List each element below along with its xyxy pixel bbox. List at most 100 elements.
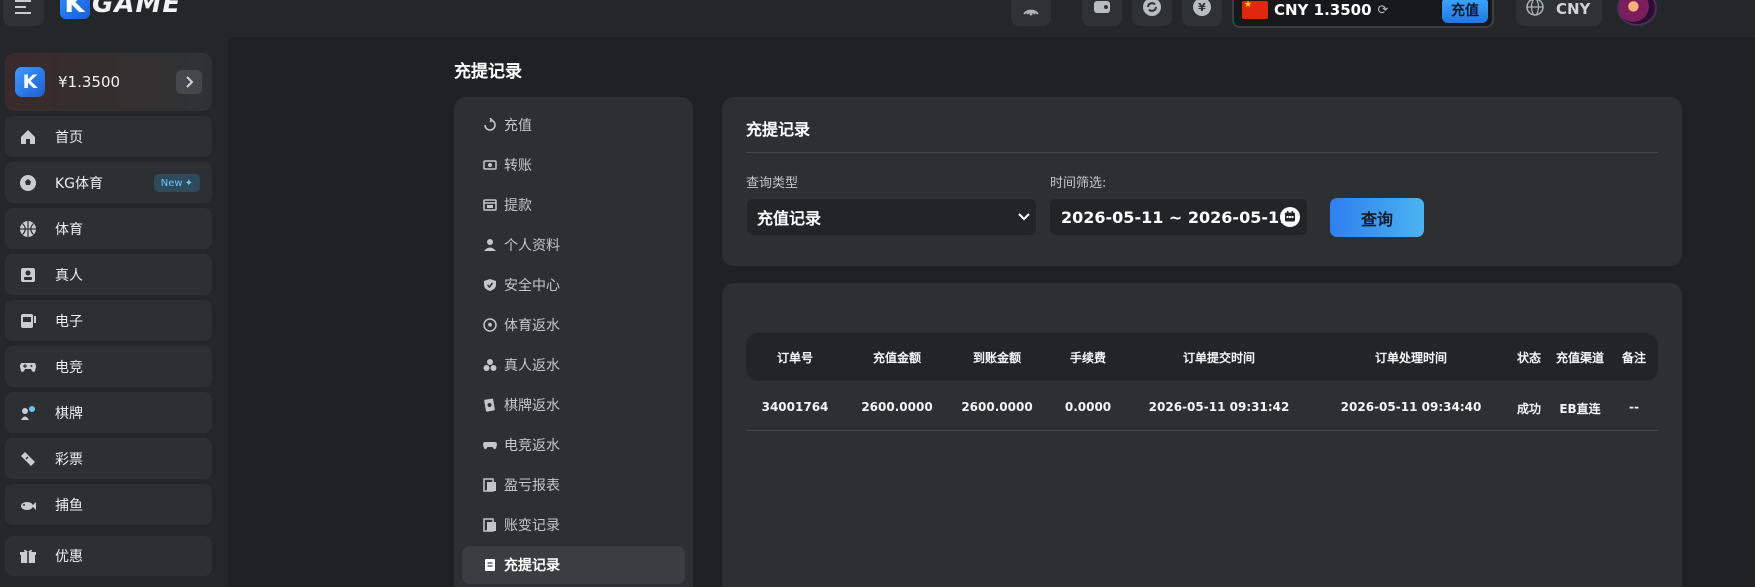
subnav-item-chess-rebate[interactable]: 棋牌返水 <box>462 386 685 424</box>
balance-box: CNY 1.3500 ⟳ 充值 <box>1232 0 1494 28</box>
language-currency-button[interactable]: CNY <box>1516 0 1602 26</box>
column-header-received-amount: 到账金额 <box>972 351 1022 365</box>
sidebar-item-label: 棋牌 <box>55 405 83 422</box>
column-header-deposit-amount: 充值金额 <box>872 351 922 365</box>
table-header: 订单号 充值金额 到账金额 手续费 订单提交时间 订单处理时间 状态 充值渠道 … <box>746 333 1658 381</box>
shield-icon <box>482 277 498 293</box>
query-type-label: 查询类型 <box>746 176 799 191</box>
sidebar-item-label: 彩票 <box>55 451 83 468</box>
sidebar-item-label: 体育 <box>55 221 83 238</box>
globe-icon <box>1526 0 1544 20</box>
subnav-item-withdraw[interactable]: 提款 <box>462 186 685 224</box>
chess-piece-icon <box>482 397 498 413</box>
topup-button[interactable]: 充值 <box>1442 0 1488 23</box>
signal-button[interactable] <box>1011 0 1051 26</box>
top-bar: K GAME ¥ CNY 1.3500 ⟳ 充值 CNY <box>0 0 1755 37</box>
subnav-item-label: 安全中心 <box>504 278 560 294</box>
currency-label: CNY <box>1556 0 1591 18</box>
chess-icon <box>17 402 39 424</box>
yuan-button[interactable]: ¥ <box>1182 0 1222 26</box>
user-icon <box>482 237 498 253</box>
subnav-item-deposit[interactable]: 充值 <box>462 106 685 144</box>
subnav-item-label: 充提记录 <box>504 558 560 574</box>
sidebar-item-chess[interactable]: 棋牌 <box>5 392 212 433</box>
filter-title: 充提记录 <box>746 120 811 139</box>
sidebar-item-sports[interactable]: 体育 <box>5 208 212 249</box>
table-row: 34001764 2600.0000 2600.0000 0.0000 2026… <box>746 381 1658 431</box>
sidebar-item-label: KG体育 <box>55 175 104 192</box>
sidebar-item-slots[interactable]: 电子 <box>5 300 212 341</box>
subnav-item-label: 账变记录 <box>504 518 560 534</box>
divider <box>746 152 1658 153</box>
balance-refresh-icon[interactable]: ⟳ <box>1378 3 1389 18</box>
column-header-channel: 充值渠道 <box>1555 351 1605 365</box>
query-type-select[interactable]: 充值记录 <box>746 198 1037 236</box>
sidebar-item-fishing[interactable]: 捕鱼 <box>5 484 212 525</box>
cell-submit-time: 2026-05-11 09:31:42 <box>1148 400 1290 414</box>
sidebar-item-label: 电竞 <box>55 359 83 376</box>
subnav-item-label: 棋牌返水 <box>504 398 560 414</box>
subnav-item-label: 电竞返水 <box>504 438 560 454</box>
date-range-picker[interactable]: 2026-05-11 ~ 2026-05-11 <box>1049 198 1308 236</box>
query-type-value: 充值记录 <box>757 209 822 228</box>
gamepad-icon <box>482 437 498 453</box>
time-filter-label: 时间筛选: <box>1050 176 1107 191</box>
cell-channel: EB直连 <box>1559 402 1601 416</box>
report-icon <box>482 477 498 493</box>
subnav-item-deposit-withdraw-records[interactable]: 充提记录 <box>462 546 685 584</box>
logo-text: GAME <box>92 0 182 19</box>
record-icon <box>482 557 498 573</box>
svg-text:¥: ¥ <box>1198 1 1206 14</box>
sidebar-item-label: 电子 <box>55 313 83 330</box>
subnav-item-live-rebate[interactable]: 真人返水 <box>462 346 685 384</box>
page-title: 充提记录 <box>454 62 522 82</box>
sidebar-item-live[interactable]: 真人 <box>5 254 212 295</box>
sidebar-item-home[interactable]: 首页 <box>5 116 212 157</box>
new-badge: New ✦ <box>153 174 200 192</box>
sidebar: K ¥1.3500 首页 KG体育 New ✦ 体育 真人 电子 电竞 棋牌 彩票 <box>0 37 228 587</box>
sidebar-wallet[interactable]: K ¥1.3500 <box>5 53 212 111</box>
subnav-item-transfer[interactable]: 转账 <box>462 146 685 184</box>
cell-received-amount: 2600.0000 <box>961 400 1033 414</box>
cell-status: 成功 <box>1516 402 1542 416</box>
column-header-status: 状态 <box>1516 351 1542 365</box>
slot-machine-icon <box>17 310 39 332</box>
logo[interactable]: K GAME <box>60 0 181 20</box>
withdraw-icon <box>482 197 498 213</box>
transfer-icon <box>482 157 498 173</box>
chevron-right-icon[interactable] <box>176 70 202 94</box>
subnav-item-ledger[interactable]: 账变记录 <box>462 506 685 544</box>
logo-mark: K <box>60 0 90 19</box>
sidebar-item-promotions[interactable]: 优惠 <box>5 536 212 576</box>
subnav-item-security[interactable]: 安全中心 <box>462 266 685 304</box>
subnav-item-esports-rebate[interactable]: 电竞返水 <box>462 426 685 464</box>
avatar[interactable] <box>1617 0 1657 26</box>
basketball-icon <box>17 218 39 240</box>
yuan-icon: ¥ <box>1192 0 1212 21</box>
cell-deposit-amount: 2600.0000 <box>861 400 933 414</box>
subnav-item-sports-rebate[interactable]: 体育返水 <box>462 306 685 344</box>
subnav-item-label: 个人资料 <box>504 238 560 254</box>
sidebar-item-lottery[interactable]: 彩票 <box>5 438 212 479</box>
cell-order-id: 34001764 <box>761 400 829 414</box>
calendar-icon[interactable] <box>1280 207 1300 227</box>
cell-remark: -- <box>1629 400 1639 414</box>
refresh-button[interactable] <box>1132 0 1172 26</box>
fish-icon <box>17 494 39 516</box>
gamepad-icon <box>17 356 39 378</box>
sidebar-item-esports[interactable]: 电竞 <box>5 346 212 387</box>
column-header-process-time: 订单处理时间 <box>1374 351 1448 365</box>
sidebar-item-kg-sports[interactable]: KG体育 New ✦ <box>5 162 212 203</box>
menu-button[interactable] <box>3 0 44 26</box>
china-flag-icon <box>1242 0 1268 19</box>
subnav-item-label: 体育返水 <box>504 318 560 334</box>
column-header-order-id: 订单号 <box>776 351 814 365</box>
sidebar-item-label: 首页 <box>55 129 83 146</box>
wallet-button[interactable] <box>1082 0 1122 26</box>
account-subnav: 充值 转账 提款 个人资料 安全中心 体育返水 真人返水 棋牌返水 电竞返水 盈… <box>454 97 693 587</box>
subnav-item-profile[interactable]: 个人资料 <box>462 226 685 264</box>
cards-icon <box>482 357 498 373</box>
subnav-item-profit-report[interactable]: 盈亏报表 <box>462 466 685 504</box>
query-button[interactable]: 查询 <box>1330 198 1424 237</box>
subnav-item-label: 充值 <box>504 118 532 134</box>
